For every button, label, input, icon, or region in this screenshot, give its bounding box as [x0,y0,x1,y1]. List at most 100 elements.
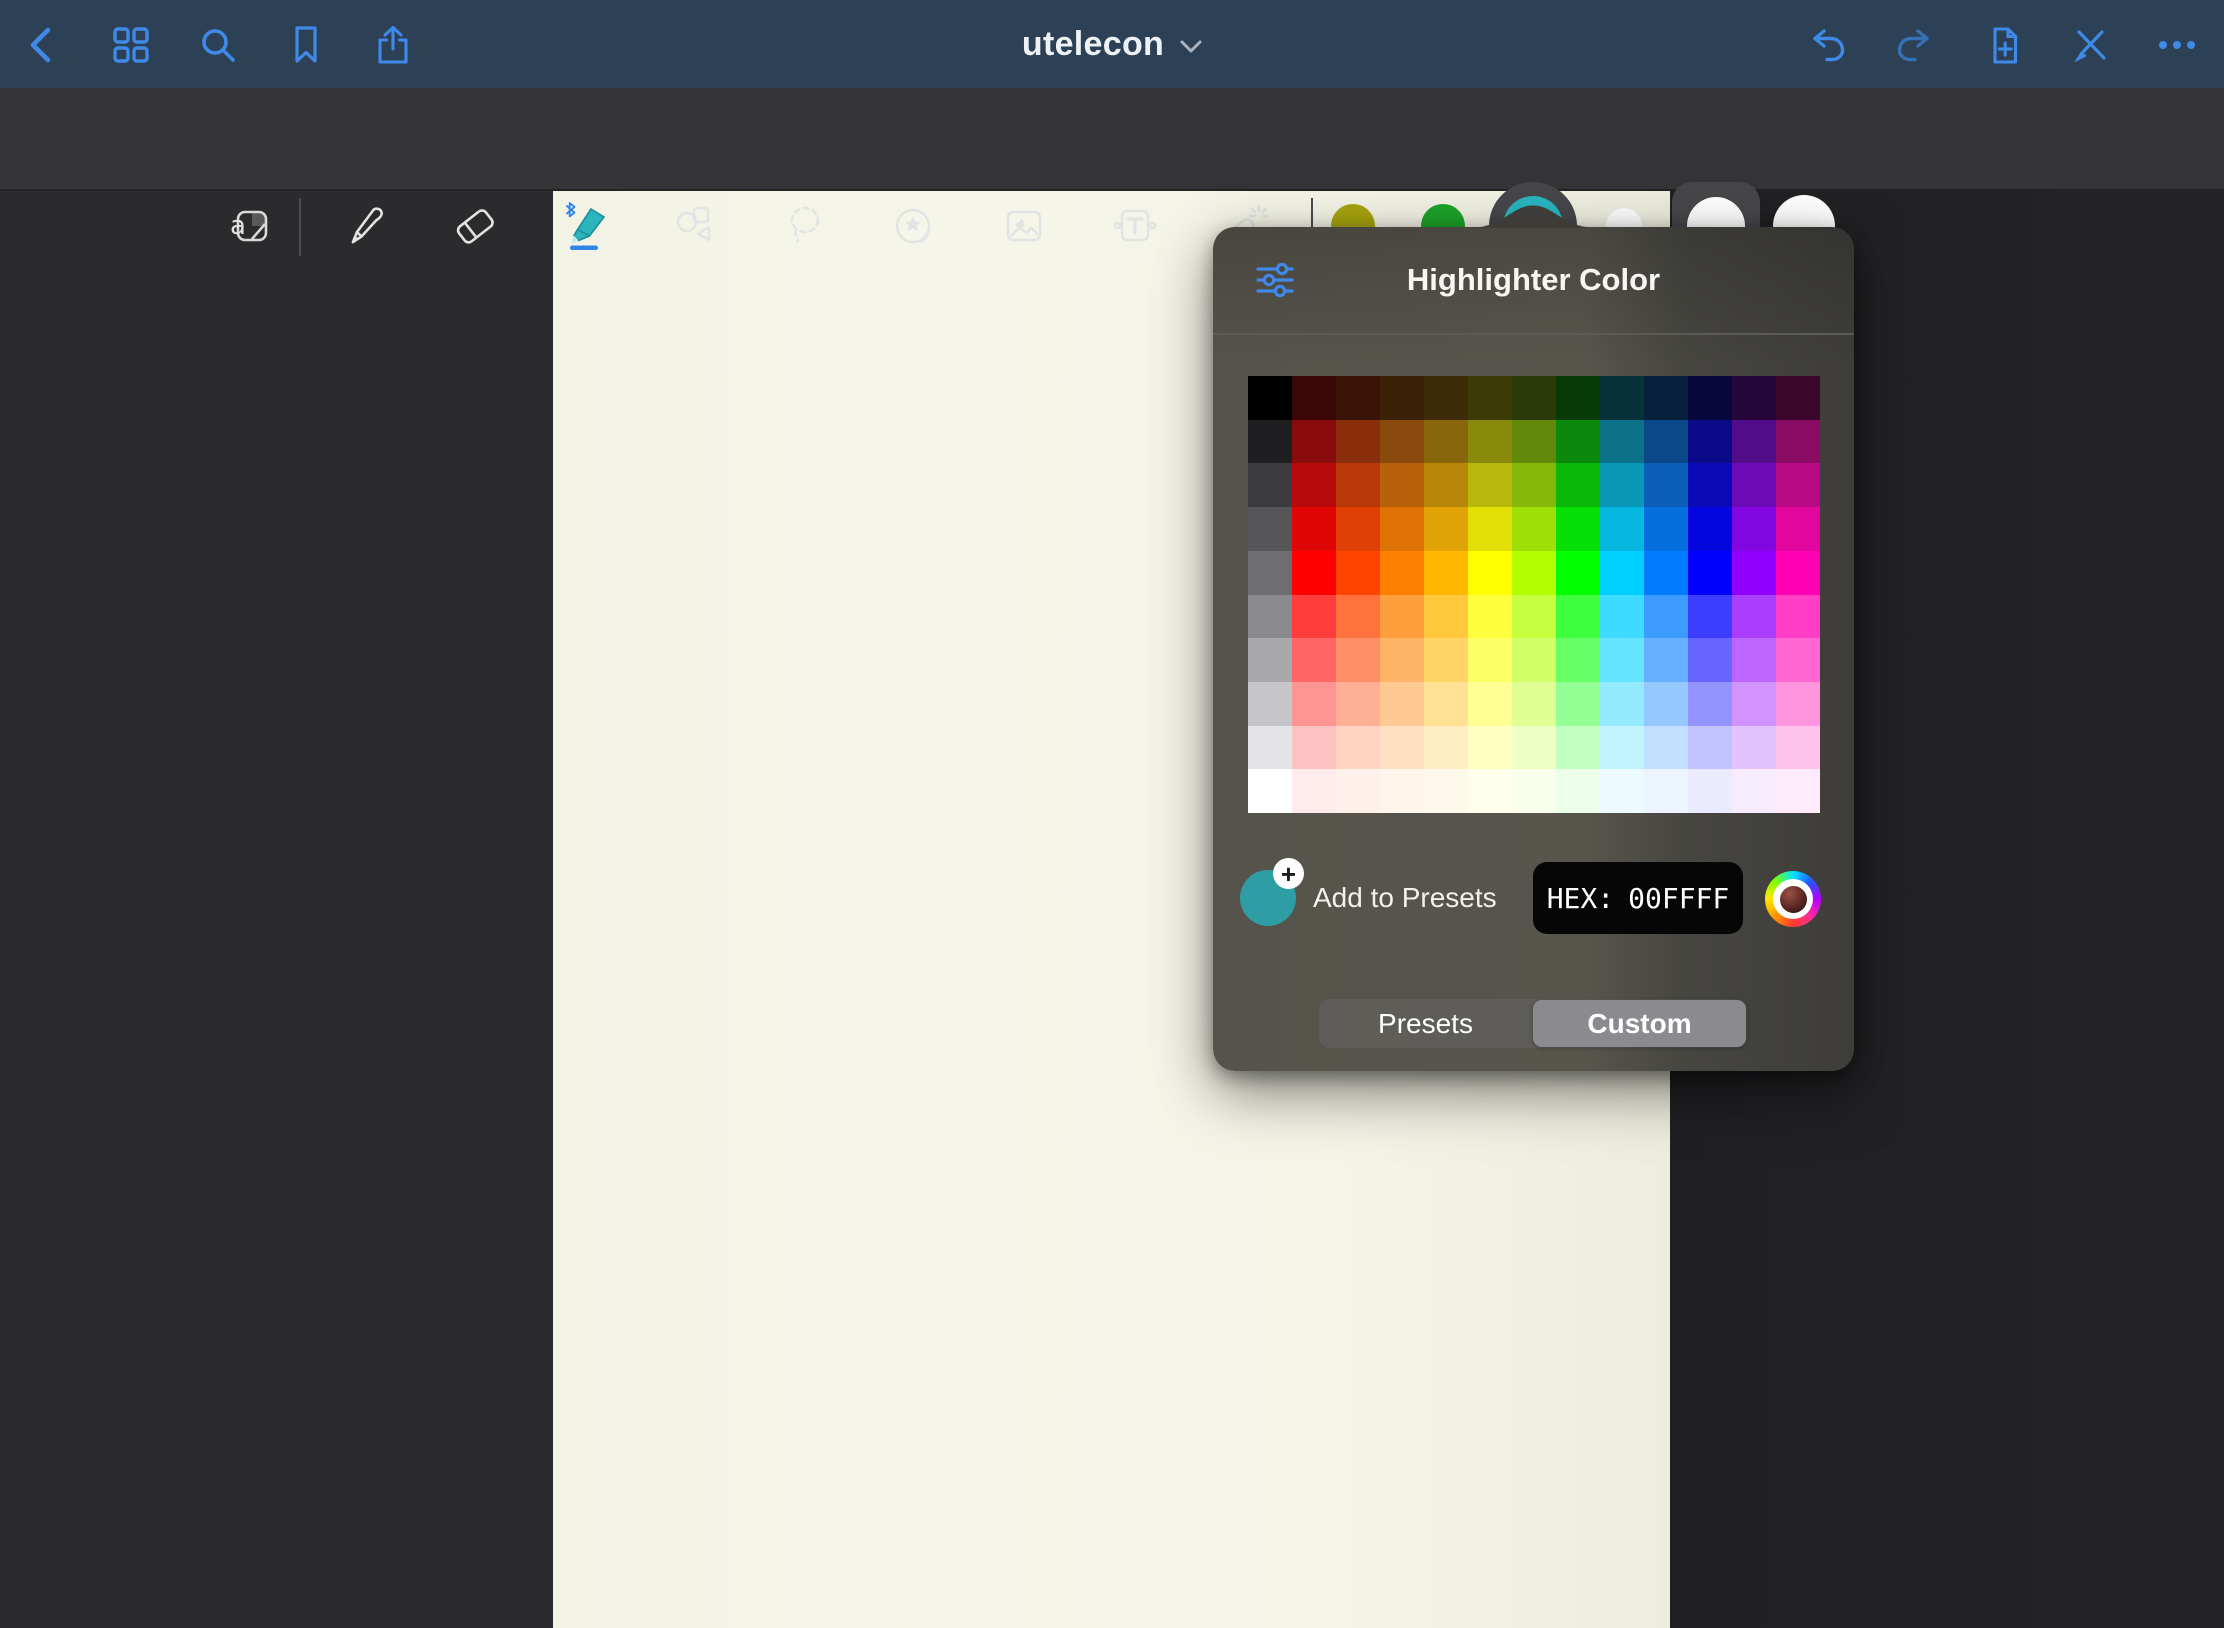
color-grid-swatch[interactable] [1424,420,1468,464]
color-grid-swatch[interactable] [1732,376,1776,420]
color-grid-swatch[interactable] [1732,595,1776,639]
tab-custom[interactable]: Custom [1533,1000,1746,1047]
color-grid-swatch[interactable] [1644,769,1688,813]
color-grid-swatch[interactable] [1468,638,1512,682]
color-grid-swatch[interactable] [1424,463,1468,507]
color-grid-swatch[interactable] [1380,420,1424,464]
color-grid-swatch[interactable] [1292,376,1336,420]
color-grid-swatch[interactable] [1688,726,1732,770]
color-grid-swatch[interactable] [1688,769,1732,813]
color-grid-swatch[interactable] [1556,376,1600,420]
color-grid-swatch[interactable] [1380,507,1424,551]
undo-icon[interactable] [1806,23,1850,67]
document-title-button[interactable]: utelecon [0,0,2224,88]
color-grid-swatch[interactable] [1424,507,1468,551]
color-grid-swatch[interactable] [1644,420,1688,464]
color-grid-swatch[interactable] [1556,507,1600,551]
color-wheel-icon[interactable] [1765,871,1821,927]
color-grid-swatch[interactable] [1688,463,1732,507]
color-grid-swatch[interactable] [1556,726,1600,770]
color-grid-swatch[interactable] [1292,726,1336,770]
color-grid-swatch[interactable] [1512,463,1556,507]
color-grid-swatch[interactable] [1336,420,1380,464]
color-grid-swatch[interactable] [1248,463,1292,507]
color-grid-swatch[interactable] [1556,595,1600,639]
color-grid-swatch[interactable] [1600,420,1644,464]
elements-sticker-icon[interactable] [891,202,939,250]
pen-disabled-icon[interactable] [2069,23,2113,67]
color-grid-swatch[interactable] [1512,420,1556,464]
color-grid-swatch[interactable] [1468,420,1512,464]
color-grid-swatch[interactable] [1776,769,1820,813]
color-grid-swatch[interactable] [1776,682,1820,726]
color-grid-swatch[interactable] [1644,682,1688,726]
color-grid-swatch[interactable] [1776,507,1820,551]
color-grid-swatch[interactable] [1292,420,1336,464]
color-grid-swatch[interactable] [1380,595,1424,639]
color-grid-swatch[interactable] [1776,595,1820,639]
image-tool-icon[interactable] [1000,202,1048,250]
color-grid-swatch[interactable] [1424,595,1468,639]
color-grid-swatch[interactable] [1600,551,1644,595]
color-grid-swatch[interactable] [1248,595,1292,639]
color-grid-swatch[interactable] [1468,682,1512,726]
color-grid-swatch[interactable] [1336,682,1380,726]
color-grid-swatch[interactable] [1336,726,1380,770]
color-grid-swatch[interactable] [1424,769,1468,813]
color-grid-swatch[interactable] [1688,420,1732,464]
hex-value-field[interactable]: HEX: 00FFFF [1533,862,1743,934]
color-grid-swatch[interactable] [1600,595,1644,639]
color-grid-swatch[interactable] [1424,551,1468,595]
color-grid-swatch[interactable] [1732,463,1776,507]
color-grid-swatch[interactable] [1600,376,1644,420]
color-grid-swatch[interactable] [1776,638,1820,682]
color-grid-swatch[interactable] [1688,551,1732,595]
color-grid-swatch[interactable] [1732,769,1776,813]
color-grid-swatch[interactable] [1336,595,1380,639]
color-grid-swatch[interactable] [1556,463,1600,507]
color-grid-swatch[interactable] [1776,376,1820,420]
color-grid-swatch[interactable] [1600,507,1644,551]
color-grid-swatch[interactable] [1512,638,1556,682]
color-grid-swatch[interactable] [1556,638,1600,682]
color-grid-swatch[interactable] [1248,638,1292,682]
redo-icon[interactable] [1892,23,1936,67]
color-grid-swatch[interactable] [1424,638,1468,682]
color-grid-swatch[interactable] [1248,682,1292,726]
color-grid-swatch[interactable] [1688,507,1732,551]
color-grid-swatch[interactable] [1248,769,1292,813]
color-grid-swatch[interactable] [1512,769,1556,813]
color-grid-swatch[interactable] [1512,551,1556,595]
color-grid-swatch[interactable] [1600,726,1644,770]
more-options-icon[interactable] [2155,23,2199,67]
page-mode-icon[interactable]: a [228,202,276,250]
color-grid-swatch[interactable] [1732,726,1776,770]
color-grid-swatch[interactable] [1688,595,1732,639]
color-grid-swatch[interactable] [1468,463,1512,507]
color-grid-swatch[interactable] [1292,507,1336,551]
color-grid-swatch[interactable] [1292,638,1336,682]
color-grid-swatch[interactable] [1292,769,1336,813]
color-grid-swatch[interactable] [1380,463,1424,507]
color-grid-swatch[interactable] [1732,507,1776,551]
color-grid-swatch[interactable] [1512,595,1556,639]
color-grid-swatch[interactable] [1556,551,1600,595]
color-grid-swatch[interactable] [1468,769,1512,813]
color-grid-swatch[interactable] [1468,507,1512,551]
color-grid-swatch[interactable] [1248,551,1292,595]
color-grid-swatch[interactable] [1424,376,1468,420]
color-grid-swatch[interactable] [1468,595,1512,639]
color-grid-swatch[interactable] [1556,682,1600,726]
color-grid-swatch[interactable] [1424,726,1468,770]
color-grid-swatch[interactable] [1336,376,1380,420]
color-grid-swatch[interactable] [1292,682,1336,726]
color-grid-swatch[interactable] [1336,463,1380,507]
color-grid-swatch[interactable] [1644,376,1688,420]
lasso-tool-icon[interactable] [782,202,830,250]
color-grid-swatch[interactable] [1380,726,1424,770]
color-grid-swatch[interactable] [1600,682,1644,726]
color-grid-swatch[interactable] [1556,769,1600,813]
color-grid-swatch[interactable] [1556,420,1600,464]
color-grid-swatch[interactable] [1600,769,1644,813]
color-grid-swatch[interactable] [1468,551,1512,595]
